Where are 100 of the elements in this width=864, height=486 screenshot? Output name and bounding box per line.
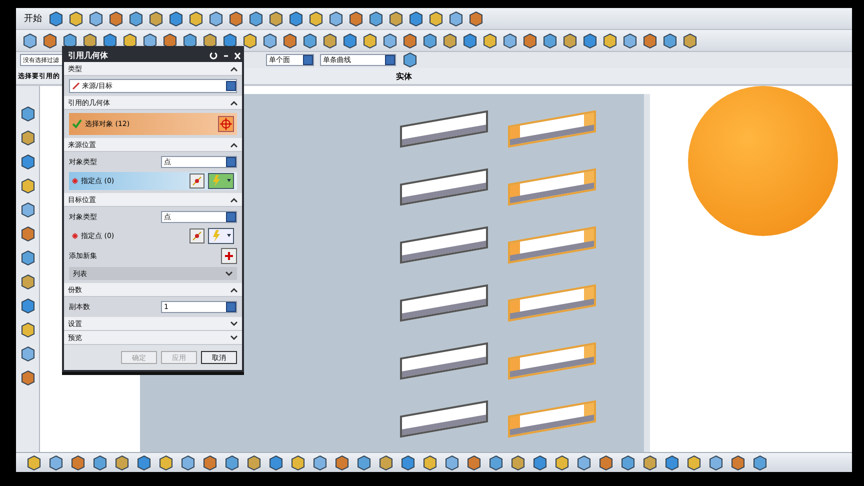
- cube-icon[interactable]: [342, 32, 358, 48]
- cube-icon[interactable]: [532, 454, 548, 470]
- cube-icon[interactable]: [510, 454, 526, 470]
- cube-icon[interactable]: [422, 454, 438, 470]
- cube-icon[interactable]: [602, 32, 618, 48]
- lightning-icon[interactable]: [208, 173, 234, 189]
- cube-icon[interactable]: [268, 454, 284, 470]
- cube-icon[interactable]: [502, 32, 518, 48]
- cube-icon[interactable]: [348, 10, 364, 26]
- cube-icon[interactable]: [128, 10, 144, 26]
- point-icon[interactable]: [189, 228, 205, 244]
- cube-icon[interactable]: [288, 10, 304, 26]
- cube-icon[interactable]: [388, 10, 404, 26]
- cube-icon[interactable]: [730, 454, 746, 470]
- cube-icon[interactable]: [328, 10, 344, 26]
- cube-icon[interactable]: [262, 32, 278, 48]
- collapse-icon[interactable]: [230, 64, 238, 72]
- cube-icon[interactable]: [302, 32, 318, 48]
- cube-icon[interactable]: [20, 274, 36, 290]
- cube-icon[interactable]: [402, 32, 418, 48]
- cube-icon[interactable]: [462, 32, 478, 48]
- cube-icon[interactable]: [108, 10, 124, 26]
- cube-icon[interactable]: [322, 32, 338, 48]
- collapse-icon[interactable]: [230, 98, 238, 106]
- cube-icon[interactable]: [752, 454, 768, 470]
- cube-icon[interactable]: [686, 454, 702, 470]
- cube-icon[interactable]: [180, 454, 196, 470]
- cube-icon[interactable]: [428, 10, 444, 26]
- cube-icon[interactable]: [202, 454, 218, 470]
- cube-icon[interactable]: [92, 454, 108, 470]
- cube-icon[interactable]: [468, 10, 484, 26]
- cube-icon[interactable]: [642, 454, 658, 470]
- cube-icon[interactable]: [482, 32, 498, 48]
- cube-icon[interactable]: [20, 322, 36, 338]
- add-set-icon[interactable]: [221, 248, 237, 264]
- cube-icon[interactable]: [248, 10, 264, 26]
- lightning-icon[interactable]: [208, 228, 234, 244]
- cube-icon[interactable]: [308, 10, 324, 26]
- cube-icon[interactable]: [20, 106, 36, 122]
- cube-icon[interactable]: [466, 454, 482, 470]
- crosshair-icon[interactable]: [218, 116, 234, 132]
- cube-icon[interactable]: [444, 454, 460, 470]
- cube-icon[interactable]: [362, 32, 378, 48]
- cube-icon[interactable]: [20, 178, 36, 194]
- cube-icon[interactable]: [20, 250, 36, 266]
- collapse-icon[interactable]: [230, 140, 238, 148]
- cube-icon[interactable]: [582, 32, 598, 48]
- cube-icon[interactable]: [20, 346, 36, 362]
- cube-icon[interactable]: [48, 10, 64, 26]
- cube-icon[interactable]: [242, 32, 258, 48]
- window-controls[interactable]: [208, 50, 242, 60]
- cube-icon[interactable]: [20, 226, 36, 242]
- cube-icon[interactable]: [148, 10, 164, 26]
- cube-icon[interactable]: [114, 454, 130, 470]
- cube-icon[interactable]: [22, 32, 38, 48]
- cube-icon[interactable]: [68, 10, 84, 26]
- cube-icon[interactable]: [20, 154, 36, 170]
- cube-icon[interactable]: [136, 454, 152, 470]
- cube-icon[interactable]: [282, 32, 298, 48]
- cube-icon[interactable]: [20, 298, 36, 314]
- cube-icon[interactable]: [158, 454, 174, 470]
- cube-icon[interactable]: [88, 10, 104, 26]
- cube-icon[interactable]: [228, 10, 244, 26]
- cube-icon[interactable]: [20, 202, 36, 218]
- cube-icon[interactable]: [20, 130, 36, 146]
- cube-icon[interactable]: [642, 32, 658, 48]
- cube-icon[interactable]: [488, 454, 504, 470]
- cube-icon[interactable]: [224, 454, 240, 470]
- cube-icon[interactable]: [168, 10, 184, 26]
- cube-icon[interactable]: [368, 10, 384, 26]
- cube-icon[interactable]: [246, 454, 262, 470]
- cube-icon[interactable]: [442, 32, 458, 48]
- cube-icon[interactable]: [356, 454, 372, 470]
- cube-icon[interactable]: [268, 10, 284, 26]
- collapse-icon[interactable]: [230, 286, 238, 294]
- cube-icon[interactable]: [42, 32, 58, 48]
- cube-icon[interactable]: [662, 32, 678, 48]
- cube-icon[interactable]: [554, 454, 570, 470]
- cube-icon[interactable]: [20, 370, 36, 386]
- point-icon[interactable]: [189, 173, 205, 189]
- expand-icon[interactable]: [225, 270, 233, 278]
- cube-icon[interactable]: [682, 32, 698, 48]
- cube-icon[interactable]: [708, 454, 724, 470]
- cube-icon[interactable]: [290, 454, 306, 470]
- start-button[interactable]: 开始: [22, 12, 44, 25]
- cube-icon[interactable]: [576, 454, 592, 470]
- collapse-icon[interactable]: [230, 196, 238, 204]
- cube-icon[interactable]: [598, 454, 614, 470]
- cube-icon[interactable]: [620, 454, 636, 470]
- cube-icon[interactable]: [312, 454, 328, 470]
- cube-icon[interactable]: [400, 454, 416, 470]
- cube-icon[interactable]: [334, 454, 350, 470]
- cube-icon[interactable]: [26, 454, 42, 470]
- cube-icon[interactable]: [208, 10, 224, 26]
- cube-icon[interactable]: [542, 32, 558, 48]
- cube-icon[interactable]: [378, 454, 394, 470]
- cube-icon[interactable]: [664, 454, 680, 470]
- cube-icon[interactable]: [448, 10, 464, 26]
- cube-icon[interactable]: [562, 32, 578, 48]
- cube-icon[interactable]: [70, 454, 86, 470]
